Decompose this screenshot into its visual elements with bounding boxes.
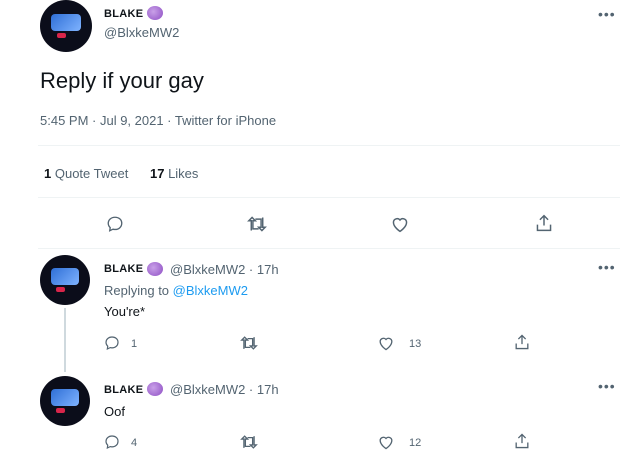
divider — [38, 145, 620, 146]
like-icon[interactable] — [377, 335, 395, 351]
divider — [38, 197, 620, 198]
tweet-meta: 5:45 PM · Jul 9, 2021 · Twitter for iPho… — [40, 113, 277, 128]
handle[interactable]: @BlxkeMW2 — [104, 25, 179, 40]
quote-count: 1 — [44, 166, 52, 181]
share-icon[interactable] — [514, 432, 530, 450]
retweet-icon[interactable] — [240, 434, 258, 450]
quote-label: Quote Tweet — [54, 166, 129, 181]
handle-time[interactable]: @BlxkeMW2 · 17h — [170, 382, 279, 397]
reply-icon[interactable] — [104, 335, 120, 351]
retweet-icon[interactable] — [240, 335, 258, 351]
like-icon[interactable] — [390, 215, 410, 233]
avatar[interactable] — [40, 376, 90, 426]
reply-icon[interactable] — [104, 434, 120, 450]
reply-icon[interactable] — [106, 215, 124, 233]
like-count: 13 — [409, 338, 422, 350]
replying-handle-link[interactable]: @BlxkeMW2 — [173, 283, 248, 298]
retweet-icon[interactable] — [247, 215, 267, 233]
reply-text: You're* — [104, 304, 146, 319]
replying-to: Replying to @BlxkeMW2 — [104, 283, 248, 298]
emoji-badge-icon — [147, 6, 163, 20]
reply-count: 1 — [131, 338, 138, 350]
replying-prefix: Replying to — [104, 283, 170, 298]
engagement-stats: 1 Quote Tweet 17 Likes — [44, 166, 198, 181]
avatar[interactable] — [40, 255, 90, 305]
tweet-text: Reply if your gay — [40, 68, 204, 93]
emoji-badge-icon — [147, 382, 163, 396]
likes-label: Likes — [168, 166, 199, 181]
display-name[interactable]: BLAKE — [104, 384, 143, 396]
quote-tweet-stat[interactable]: 1 Quote Tweet — [44, 166, 132, 181]
share-icon[interactable] — [514, 333, 530, 351]
reply-count: 4 — [131, 437, 138, 449]
emoji-badge-icon — [147, 262, 163, 276]
display-name[interactable]: BLAKE — [104, 8, 143, 20]
reply-text: Oof — [104, 404, 125, 419]
handle-time[interactable]: @BlxkeMW2 · 17h — [170, 262, 279, 277]
more-icon[interactable]: ••• — [598, 378, 616, 394]
more-icon[interactable]: ••• — [598, 259, 616, 275]
likes-stat[interactable]: 17 Likes — [150, 166, 198, 181]
thread-line — [64, 308, 66, 372]
avatar[interactable] — [40, 0, 92, 52]
likes-count: 17 — [149, 166, 165, 181]
divider — [38, 248, 620, 249]
like-count: 12 — [409, 437, 422, 449]
more-icon[interactable]: ••• — [598, 6, 616, 22]
display-name[interactable]: BLAKE — [104, 263, 143, 275]
like-icon[interactable] — [377, 434, 395, 450]
share-icon[interactable] — [535, 213, 553, 233]
